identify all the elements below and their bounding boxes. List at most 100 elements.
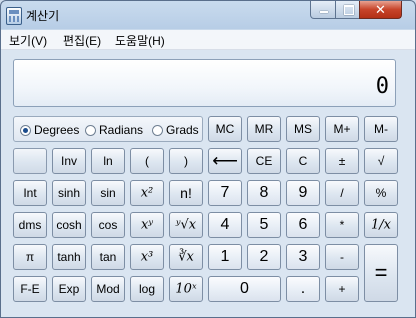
m-plus-label: M+ — [333, 122, 351, 136]
equals-button[interactable]: = — [364, 244, 398, 302]
left-paren-label: ( — [145, 154, 149, 168]
digit-8-button[interactable]: 8 — [247, 180, 281, 206]
y-root-x-button[interactable]: ʸ√x — [169, 212, 203, 238]
cos-button[interactable]: cos — [91, 212, 125, 238]
reciprocal-label: 1/x — [371, 217, 391, 233]
divide-label: / — [340, 186, 344, 200]
pi-button[interactable]: π — [13, 244, 47, 270]
x-cubed-label: x³ — [140, 249, 154, 265]
negate-button[interactable]: ± — [325, 148, 359, 174]
exp-button[interactable]: Exp — [52, 276, 86, 302]
ten-power-x-button[interactable]: 10ˣ — [169, 276, 203, 302]
digit-5-button[interactable]: 5 — [247, 212, 281, 238]
ms-label: MS — [294, 122, 312, 136]
digit-4-label: 4 — [220, 216, 230, 233]
y-root-x-label: ʸ√x — [175, 217, 197, 233]
digit-6-button[interactable]: 6 — [286, 212, 320, 238]
ms-button[interactable]: MS — [286, 116, 320, 142]
ln-label: ln — [103, 154, 113, 168]
menu-view[interactable]: 보기(V) — [9, 32, 47, 49]
calculator-app-icon — [6, 7, 22, 25]
divide-button[interactable]: / — [325, 180, 359, 206]
radio-grads-label: Grads — [166, 123, 199, 137]
dms-button[interactable]: dms — [13, 212, 47, 238]
blank-button — [13, 148, 47, 174]
log-button[interactable]: log — [130, 276, 164, 302]
menu-bar: 보기(V) 편집(E) 도움말(H) — [1, 30, 415, 50]
clear-entry-label: CE — [255, 154, 273, 168]
radio-unselected-icon — [85, 125, 96, 136]
add-button[interactable]: + — [325, 276, 359, 302]
x-power-y-label: xʸ — [141, 217, 153, 233]
factorial-button[interactable]: n! — [169, 180, 203, 206]
close-button[interactable]: ✕ — [359, 1, 402, 19]
menu-help[interactable]: 도움말(H) — [115, 32, 165, 49]
backspace-icon: ⟵ — [212, 150, 238, 171]
digit-3-label: 3 — [298, 248, 308, 265]
int-button[interactable]: Int — [13, 180, 47, 206]
cube-root-button[interactable]: ∛x — [169, 244, 203, 270]
digit-7-button[interactable]: 7 — [208, 180, 242, 206]
subtract-label: - — [340, 250, 344, 264]
decimal-point-button[interactable]: . — [286, 276, 320, 302]
radio-radians-label: Radians — [99, 123, 144, 137]
menu-edit[interactable]: 편집(E) — [63, 32, 101, 49]
ln-button[interactable]: ln — [91, 148, 125, 174]
x-cubed-button[interactable]: x³ — [130, 244, 164, 270]
percent-button[interactable]: % — [364, 180, 398, 206]
tan-button[interactable]: tan — [91, 244, 125, 270]
m-minus-button[interactable]: M- — [364, 116, 398, 142]
calculator-window: 계산기 ✕ 보기(V) 편집(E) 도움말(H) 0 Degrees Radia… — [0, 0, 416, 318]
digit-0-button[interactable]: 0 — [208, 276, 281, 302]
cosh-button[interactable]: cosh — [52, 212, 86, 238]
x-squared-button[interactable]: x² — [130, 180, 164, 206]
minimize-button[interactable] — [310, 1, 336, 19]
digit-3-button[interactable]: 3 — [286, 244, 320, 270]
m-plus-button[interactable]: M+ — [325, 116, 359, 142]
int-label: Int — [23, 186, 37, 200]
radio-radians[interactable]: Radians — [85, 123, 143, 137]
angle-mode-group: Degrees Radians Grads — [13, 116, 203, 142]
digit-2-label: 2 — [259, 248, 269, 265]
sinh-button[interactable]: sinh — [52, 180, 86, 206]
tan-label: tan — [99, 250, 117, 264]
multiply-button[interactable]: * — [325, 212, 359, 238]
radio-degrees[interactable]: Degrees — [20, 123, 79, 137]
digit-9-label: 9 — [298, 184, 308, 201]
right-paren-button[interactable]: ) — [169, 148, 203, 174]
fe-button[interactable]: F-E — [13, 276, 47, 302]
exp-label: Exp — [58, 282, 80, 296]
x-squared-label: x² — [140, 185, 154, 201]
tanh-button[interactable]: tanh — [52, 244, 86, 270]
percent-label: % — [375, 186, 387, 200]
backspace-button[interactable]: ⟵ — [208, 148, 242, 174]
fe-label: F-E — [20, 282, 40, 296]
mr-button[interactable]: MR — [247, 116, 281, 142]
sqrt-button[interactable]: √ — [364, 148, 398, 174]
left-paren-button[interactable]: ( — [130, 148, 164, 174]
clear-entry-button[interactable]: CE — [247, 148, 281, 174]
digit-2-button[interactable]: 2 — [247, 244, 281, 270]
result-display: 0 — [13, 59, 396, 107]
cube-root-label: ∛x — [178, 249, 194, 265]
sin-button[interactable]: sin — [91, 180, 125, 206]
digit-9-button[interactable]: 9 — [286, 180, 320, 206]
digit-7-label: 7 — [220, 184, 230, 201]
x-power-y-button[interactable]: xʸ — [130, 212, 164, 238]
inv-button[interactable]: Inv — [52, 148, 86, 174]
close-icon: ✕ — [375, 2, 386, 17]
digit-4-button[interactable]: 4 — [208, 212, 242, 238]
clear-button[interactable]: C — [286, 148, 320, 174]
digit-1-label: 1 — [220, 248, 230, 265]
reciprocal-button[interactable]: 1/x — [364, 212, 398, 238]
add-label: + — [338, 282, 346, 296]
subtract-button[interactable]: - — [325, 244, 359, 270]
radio-degrees-label: Degrees — [34, 123, 80, 137]
radio-grads[interactable]: Grads — [152, 123, 199, 137]
digit-1-button[interactable]: 1 — [208, 244, 242, 270]
title-bar[interactable]: 계산기 ✕ — [1, 1, 415, 29]
mod-button[interactable]: Mod — [91, 276, 125, 302]
mc-button[interactable]: MC — [208, 116, 242, 142]
maximize-icon — [344, 5, 354, 15]
maximize-button[interactable] — [335, 1, 360, 19]
